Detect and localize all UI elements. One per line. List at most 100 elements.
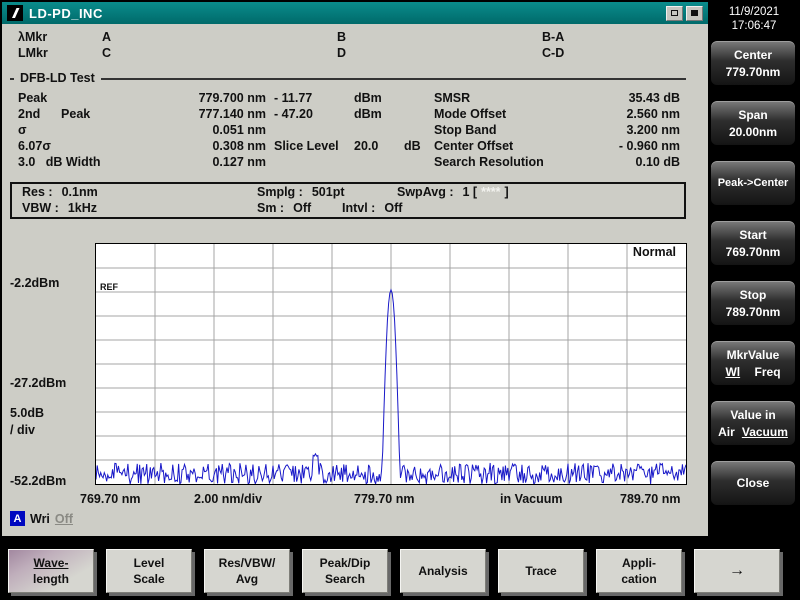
softkey-stop[interactable]: Stop789.70nm <box>710 280 796 326</box>
trace-a-badge: A <box>10 511 25 526</box>
fnkey-peak-dip-search[interactable]: Peak/DipSearch <box>302 549 388 593</box>
vbw-setting: VBW :1kHz <box>22 201 97 215</box>
trace-write-label: Wri <box>30 512 50 526</box>
time-label: 17:06:47 <box>710 19 798 33</box>
interval-setting: Intvl :Off <box>342 201 402 215</box>
marker-c-d: C-D <box>542 46 564 60</box>
res-setting: Res :0.1nm <box>22 185 98 199</box>
fnkey-level-scale[interactable]: LevelScale <box>106 549 192 593</box>
x-axis-div-label: 2.00 nm/div <box>194 492 262 506</box>
measure-cell: dBm <box>354 90 404 106</box>
fnkey-res-vbw-avg[interactable]: Res/VBW/Avg <box>204 549 290 593</box>
measure-cell: - 0.960 nm <box>584 138 680 154</box>
date-label: 11/9/2021 <box>710 5 798 19</box>
measure-cell: 779.700 nm <box>166 90 266 106</box>
measure-cell: SMSR <box>434 90 584 106</box>
sweep-progress-stars: **** <box>481 185 500 199</box>
trace-status: A Wri Off <box>10 511 73 526</box>
window-buttons <box>666 6 703 21</box>
x-axis-center-label: 779.70 nm <box>354 492 414 506</box>
osa-screen: LD-PD_INC 11/9/2021 17:06:47 λMkr A B B-… <box>0 0 800 600</box>
measure-cell: Slice Level <box>266 138 354 154</box>
window-minimize-icon[interactable] <box>686 6 703 21</box>
y-axis-scale-unit-label: / div <box>10 423 35 437</box>
fnkey-more-arrow[interactable]: → <box>694 549 780 593</box>
softkey-center[interactable]: Center779.70nm <box>710 40 796 86</box>
marker-row-wavelength: λMkr A B B-A <box>2 30 708 46</box>
measure-cell: 35.43 dB <box>584 90 680 106</box>
titlebar: LD-PD_INC <box>2 2 708 24</box>
measure-cell: 6.07σ <box>18 138 166 154</box>
measure-cell: σ <box>18 122 166 138</box>
spectrum-trace-svg <box>96 244 686 484</box>
fnkey-trace[interactable]: Trace <box>498 549 584 593</box>
measure-cell: Mode Offset <box>434 106 584 122</box>
measure-cell: - 11.77 <box>266 90 354 106</box>
sweep-average-setting: SwpAvg :1 [****] <box>397 185 509 199</box>
marker-row-level: LMkr C D C-D <box>2 46 708 62</box>
measure-cell: 2.560 nm <box>584 106 680 122</box>
sweep-mode-label: Normal <box>633 245 676 259</box>
measure-cell <box>266 154 354 170</box>
analysis-group-title: DFB-LD Test <box>14 71 101 85</box>
softkey-value-in[interactable]: Value in Air Vacuum <box>710 400 796 446</box>
measure-cell: 777.140 nm <box>166 106 266 122</box>
measure-cell: Center Offset <box>434 138 584 154</box>
anritsu-logo-icon <box>7 5 23 21</box>
lambda-marker-label: λMkr <box>18 30 47 44</box>
x-axis-medium-label: in Vacuum <box>500 492 563 506</box>
measure-cell: 2nd Peak <box>18 106 166 122</box>
window-title: LD-PD_INC <box>29 6 103 21</box>
measure-cell: Stop Band <box>434 122 584 138</box>
x-axis-stop-label: 789.70 nm <box>620 492 680 506</box>
softkey-span[interactable]: Span20.00nm <box>710 100 796 146</box>
softkey-column: Center779.70nm Span20.00nm Peak->Center … <box>710 40 796 506</box>
fnkey-wavelength[interactable]: Wave-length <box>8 549 94 593</box>
smoothing-setting: Sm :Off <box>257 201 311 215</box>
measure-cell: 0.10 dB <box>584 154 680 170</box>
measure-cell: Peak <box>18 90 166 106</box>
window-restore-icon[interactable] <box>666 6 683 21</box>
ref-level-label: REF <box>100 282 118 292</box>
measure-cell: 0.308 nm <box>166 138 266 154</box>
fnkey-analysis[interactable]: Analysis <box>400 549 486 593</box>
value-in-vacuum-option[interactable]: Vacuum <box>742 425 788 439</box>
marker-value-wl-option[interactable]: Wl <box>725 365 740 379</box>
softkey-peak-to-center[interactable]: Peak->Center <box>710 160 796 206</box>
datetime-panel: 11/9/2021 17:06:47 <box>710 5 798 33</box>
y-axis-bottom-label: -52.2dBm <box>10 474 66 488</box>
measure-cell <box>354 122 404 138</box>
measure-cell: 20.0 <box>354 138 404 154</box>
softkey-start[interactable]: Start769.70nm <box>710 220 796 266</box>
measure-cell <box>354 154 404 170</box>
measure-cell: - 47.20 <box>266 106 354 122</box>
fnkey-application[interactable]: Appli-cation <box>596 549 682 593</box>
y-axis-scale-label: 5.0dB <box>10 406 44 420</box>
softkey-close[interactable]: Close <box>710 460 796 506</box>
marker-value-freq-option[interactable]: Freq <box>755 365 781 379</box>
x-axis-start-label: 769.70 nm <box>80 492 140 506</box>
marker-d: D <box>337 46 346 60</box>
analysis-group-divider: DFB-LD Test <box>10 78 686 80</box>
measure-cell: 0.051 nm <box>166 122 266 138</box>
marker-c: C <box>102 46 111 60</box>
measure-cell: dBm <box>354 106 404 122</box>
marker-a: A <box>102 30 111 44</box>
sweep-settings-box: Res :0.1nm Smplg :501pt SwpAvg :1 [****]… <box>10 182 686 219</box>
measure-cell: Search Resolution <box>434 154 584 170</box>
trace-off-label: Off <box>55 512 73 526</box>
function-key-row: Wave-length LevelScale Res/VBW/Avg Peak/… <box>8 549 780 593</box>
measure-cell: 0.127 nm <box>166 154 266 170</box>
measure-cell: 3.200 nm <box>584 122 680 138</box>
main-panel: λMkr A B B-A LMkr C D C-D DFB-LD Test Pe… <box>2 24 708 536</box>
measurement-results-right: SMSR 35.43 dB Mode Offset 2.560 nm Stop … <box>434 90 680 170</box>
level-marker-label: LMkr <box>18 46 48 60</box>
right-arrow-icon: → <box>695 562 779 580</box>
marker-b: B <box>337 30 346 44</box>
softkey-marker-value[interactable]: MkrValue Wl Freq <box>710 340 796 386</box>
measure-cell <box>266 122 354 138</box>
measurement-results-left: Peak 779.700 nm - 11.77 dBm 2nd Peak 777… <box>18 90 444 170</box>
value-in-air-option[interactable]: Air <box>718 425 735 439</box>
sampling-setting: Smplg :501pt <box>257 185 345 199</box>
measure-cell: 3.0 dB Width <box>18 154 166 170</box>
